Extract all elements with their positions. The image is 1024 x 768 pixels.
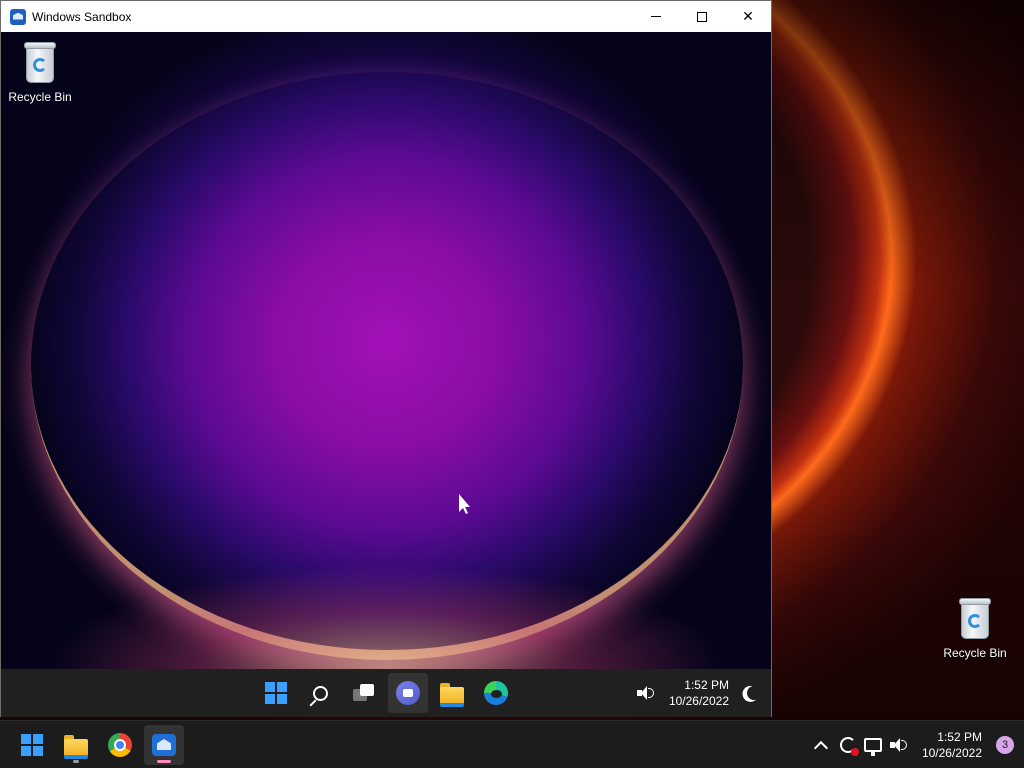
sandbox-time: 1:52 PM: [684, 678, 729, 692]
sandbox-edge-button[interactable]: [476, 673, 516, 713]
recycle-bin-icon: [22, 42, 58, 84]
sandbox-system-tray: 1:52 PM 10/26/2022: [636, 669, 763, 717]
maximize-button[interactable]: [679, 1, 725, 32]
maximize-icon: [697, 11, 707, 22]
sandbox-file-explorer-button[interactable]: [432, 673, 472, 713]
volume-icon[interactable]: [889, 738, 908, 752]
sandbox-window: Windows Sandbox ✕ Recycle Bin 1:52 PM 10…: [0, 0, 772, 717]
notification-badge[interactable]: 3: [996, 736, 1014, 754]
window-controls: ✕: [633, 1, 771, 32]
host-file-explorer-button[interactable]: [56, 725, 96, 765]
host-system-tray: 1:52 PM 10/26/2022 3: [813, 721, 1014, 768]
sandbox-chat-button[interactable]: [388, 673, 428, 713]
minimize-icon: [651, 16, 661, 17]
focus-assist-icon[interactable]: [745, 684, 763, 702]
wallpaper-highlight: [1, 429, 771, 669]
task-view-icon: [353, 684, 375, 702]
host-sandbox-button[interactable]: [144, 725, 184, 765]
sandbox-taskbar-apps: [256, 673, 516, 713]
host-chrome-button[interactable]: [100, 725, 140, 765]
sandbox-date: 10/26/2022: [668, 694, 729, 708]
host-recycle-bin-label: Recycle Bin: [943, 646, 1007, 660]
window-titlebar[interactable]: Windows Sandbox ✕: [1, 1, 771, 32]
chevron-up-icon[interactable]: [813, 740, 829, 756]
host-clock[interactable]: 1:52 PM 10/26/2022: [922, 729, 982, 761]
chrome-icon: [108, 733, 132, 757]
host-date: 10/26/2022: [921, 746, 982, 760]
sandbox-clock[interactable]: 1:52 PM 10/26/2022: [669, 677, 729, 709]
recycle-bin-icon: [957, 598, 993, 640]
sandbox-recycle-bin[interactable]: Recycle Bin: [1, 42, 79, 104]
windows-logo-icon: [265, 682, 287, 704]
close-icon: ✕: [742, 8, 754, 24]
volume-icon[interactable]: [636, 686, 655, 700]
edge-icon: [484, 681, 508, 705]
sandbox-icon: [10, 8, 26, 25]
sandbox-icon: [152, 734, 176, 756]
active-indicator: [157, 760, 171, 763]
sandbox-task-view-button[interactable]: [344, 673, 384, 713]
folder-icon: [440, 683, 464, 707]
folder-icon: [64, 735, 88, 759]
minimize-button[interactable]: [633, 1, 679, 32]
host-recycle-bin[interactable]: Recycle Bin: [936, 598, 1014, 660]
host-start-button[interactable]: [12, 725, 52, 765]
windows-logo-icon: [21, 734, 43, 756]
host-time: 1:52 PM: [937, 730, 982, 744]
sandbox-taskbar: 1:52 PM 10/26/2022: [1, 669, 771, 717]
running-indicator: [73, 760, 79, 763]
host-taskbar-apps: [12, 725, 184, 765]
sandbox-desktop: Recycle Bin: [1, 32, 771, 669]
sandbox-search-button[interactable]: [300, 673, 340, 713]
sandbox-recycle-bin-label: Recycle Bin: [8, 90, 72, 104]
sandbox-start-button[interactable]: [256, 673, 296, 713]
close-button[interactable]: ✕: [725, 1, 771, 32]
chat-icon: [396, 681, 420, 705]
sync-alert-icon[interactable]: [839, 737, 859, 756]
window-title: Windows Sandbox: [32, 9, 132, 24]
host-taskbar: 1:52 PM 10/26/2022 3: [0, 720, 1024, 768]
search-icon: [312, 685, 328, 701]
network-icon[interactable]: [863, 738, 882, 756]
